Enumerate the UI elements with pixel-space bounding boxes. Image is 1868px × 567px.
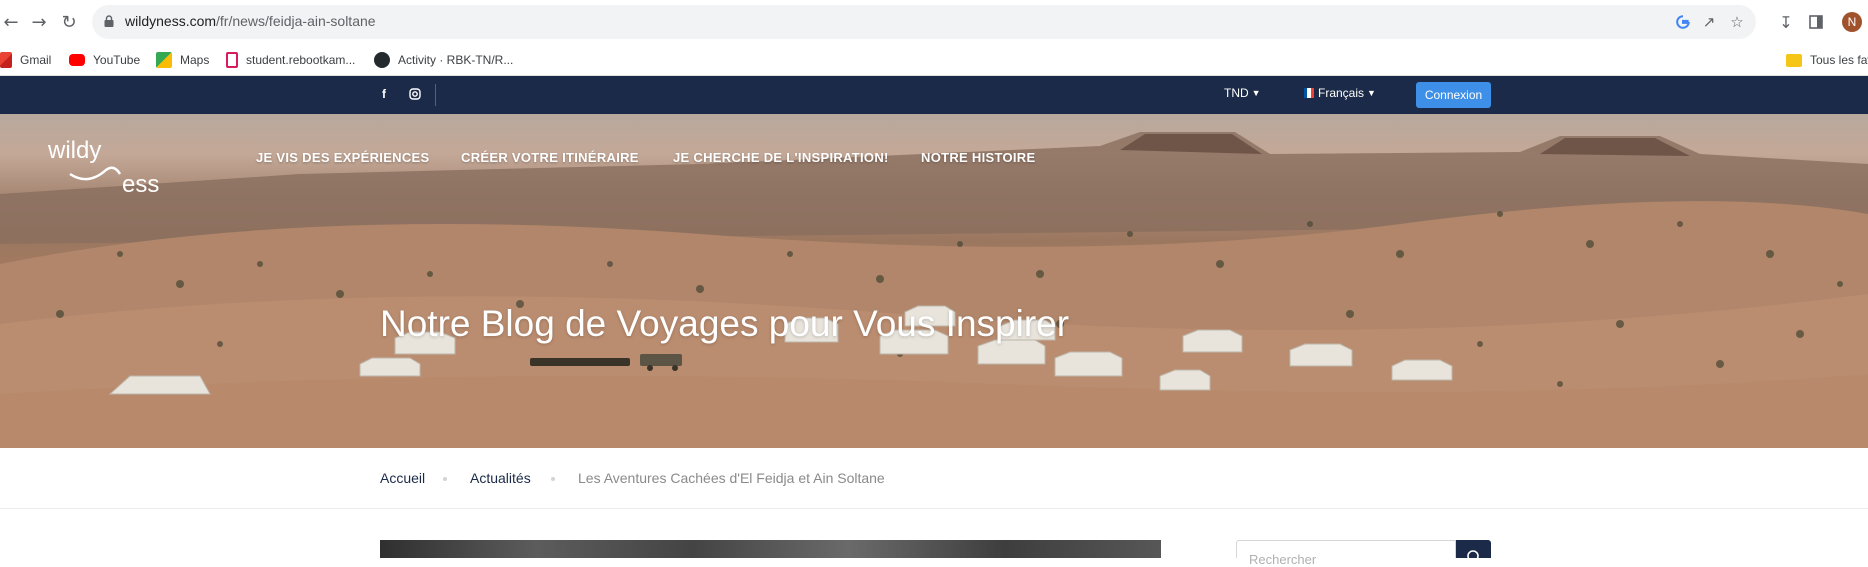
site-topbar: f TND ▼ Français ▼ Connexion — [0, 76, 1868, 114]
search-input[interactable]: Rechercher — [1236, 540, 1456, 567]
reload-icon[interactable]: ↻ — [58, 11, 80, 33]
bookmark-youtube[interactable]: YouTube — [69, 51, 140, 69]
breadcrumb-home[interactable]: Accueil — [380, 470, 425, 486]
nav-itinerary[interactable]: CRÉER VOTRE ITINÉRAIRE — [461, 150, 639, 165]
wildyness-logo[interactable]: wildy ess — [48, 134, 174, 198]
sidepanel-icon[interactable] — [1805, 11, 1827, 33]
forward-icon[interactable]: → — [28, 11, 50, 33]
breadcrumb-separator — [443, 477, 447, 481]
bookmark-github[interactable]: Activity · RBK-TN/R... — [374, 51, 513, 69]
bookmark-maps[interactable]: Maps — [156, 51, 209, 69]
folder-icon — [1786, 53, 1802, 67]
reboot-icon — [226, 52, 238, 68]
page-title: Notre Blog de Voyages pour Vous Inspirer — [380, 303, 1070, 344]
breadcrumb-separator — [551, 477, 555, 481]
nav-experiences[interactable]: JE VIS DES EXPÉRIENCES — [256, 150, 430, 165]
article-image — [380, 540, 1161, 558]
address-bar[interactable]: wildyness.com/fr/news/feidja-ain-soltane… — [92, 5, 1756, 39]
back-icon[interactable]: ← — [0, 11, 22, 33]
lock-icon — [104, 15, 114, 27]
breadcrumb-current: Les Aventures Cachées d'El Feidja et Ain… — [578, 470, 885, 486]
svg-text:wildy: wildy — [48, 137, 101, 164]
instagram-icon[interactable] — [407, 86, 423, 102]
breadcrumb: Accueil Actualités Les Aventures Cachées… — [0, 448, 1868, 509]
gmail-icon — [0, 52, 12, 68]
url-text: wildyness.com/fr/news/feidja-ain-soltane — [125, 13, 376, 29]
youtube-icon — [69, 54, 85, 66]
currency-selector[interactable]: TND ▼ — [1224, 86, 1261, 100]
hero-banner: wildy ess JE VIS DES EXPÉRIENCES CRÉER V… — [0, 114, 1868, 448]
search-placeholder: Rechercher — [1249, 552, 1317, 567]
chevron-down-icon: ▼ — [1367, 88, 1376, 98]
nav-our-story[interactable]: NOTRE HISTOIRE — [921, 150, 1035, 165]
svg-text:ess: ess — [122, 171, 159, 198]
github-icon — [374, 52, 390, 68]
search-icon — [1467, 550, 1479, 562]
bookmark-gmail[interactable]: Gmail — [0, 51, 51, 69]
bookmarks-bar: Gmail YouTube Maps student.rebootkam... … — [0, 44, 1868, 76]
breadcrumb-news[interactable]: Actualités — [470, 470, 531, 486]
bookmark-reboot[interactable]: student.rebootkam... — [226, 51, 355, 69]
maps-icon — [156, 52, 172, 68]
facebook-icon[interactable]: f — [376, 86, 392, 102]
share-icon[interactable]: ↗ — [1700, 13, 1718, 31]
avatar[interactable]: N — [1842, 12, 1862, 32]
search-button[interactable] — [1456, 540, 1491, 562]
nav-inspiration[interactable]: JE CHERCHE DE L'INSPIRATION! — [673, 150, 889, 165]
chevron-down-icon: ▼ — [1251, 88, 1261, 98]
french-flag-icon — [1304, 88, 1314, 98]
topbar-divider — [435, 84, 436, 106]
google-icon[interactable] — [1674, 13, 1692, 31]
bookmark-all[interactable]: Tous les fav — [1786, 51, 1868, 69]
download-icon[interactable]: ↧ — [1775, 11, 1797, 33]
star-icon[interactable]: ☆ — [1728, 13, 1746, 31]
language-selector[interactable]: Français ▼ — [1304, 86, 1376, 100]
login-button[interactable]: Connexion — [1416, 82, 1491, 108]
browser-toolbar: ← → ↻ wildyness.com/fr/news/feidja-ain-s… — [0, 0, 1868, 44]
